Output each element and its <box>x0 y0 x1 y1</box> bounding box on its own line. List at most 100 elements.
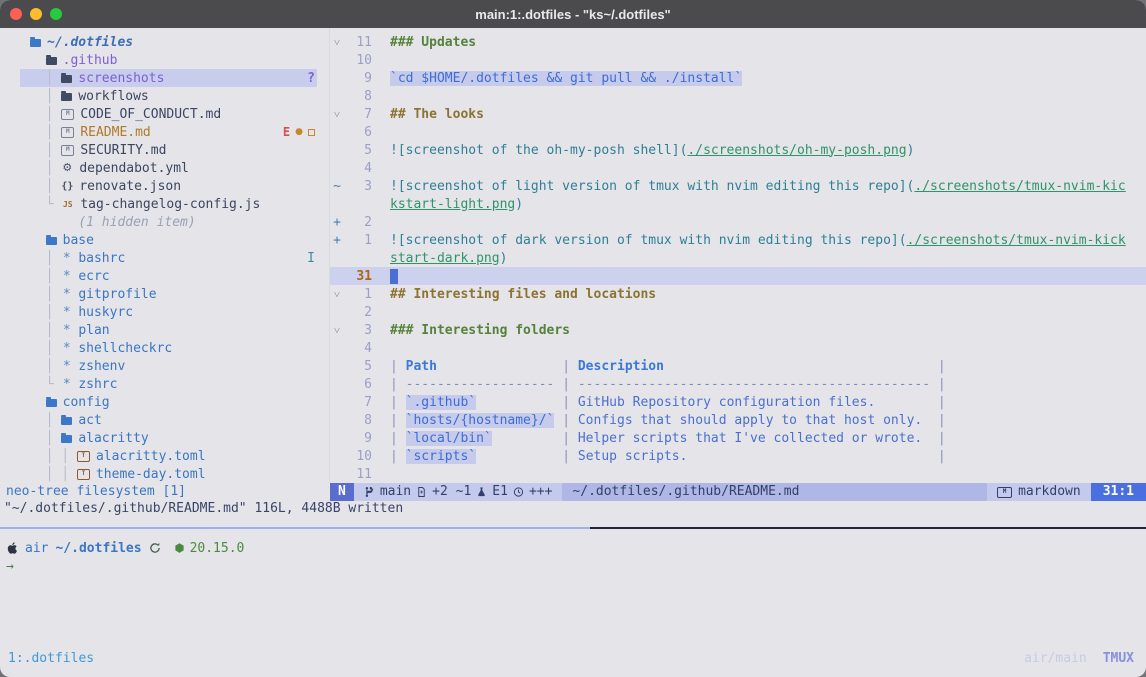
editor-line[interactable]: 5| Path | Description | <box>330 357 1146 375</box>
tree-guide: │ <box>30 359 61 374</box>
tree-item-readme-md[interactable]: │ MREADME.mdE● <box>20 123 317 141</box>
editor-line[interactable]: 31 <box>330 267 1146 285</box>
tree-item-label: CODE_OF_CONDUCT.md <box>80 107 221 122</box>
editor-line[interactable]: 4 <box>330 339 1146 357</box>
editor-line[interactable]: ˅7## The looks <box>330 105 1146 123</box>
editor-line[interactable]: +2 <box>330 213 1146 231</box>
tree-item-label: theme-day.toml <box>96 467 206 482</box>
tree-item-tag-changelog-config-js[interactable]: └ JStag-changelog-config.js <box>20 195 317 213</box>
tree-item-alacritty-toml[interactable]: │ │ Talacritty.toml <box>20 447 317 465</box>
editor-pane[interactable]: ˅11### Updates109`cd $HOME/.dotfiles && … <box>330 28 1146 483</box>
editor-line[interactable]: 10| `scripts` | Setup scripts. | <box>330 447 1146 465</box>
zoom-button[interactable] <box>50 8 62 20</box>
tree-guide: └ <box>30 197 61 212</box>
line-text: ## The looks <box>372 107 484 122</box>
tree-item-ecrc[interactable]: │ *ecrc <box>20 267 317 285</box>
status-badge: ? <box>307 71 315 86</box>
tree-item--dotfiles[interactable]: ~/.dotfiles <box>20 33 317 51</box>
neotree-sidebar[interactable]: ~/.dotfiles .github │ screenshots? │ wor… <box>0 28 330 483</box>
tree-guide: │ <box>30 305 61 320</box>
editor-line[interactable]: 11 <box>330 465 1146 483</box>
toml-icon: T <box>77 451 90 462</box>
tree-item-config[interactable]: config <box>20 393 317 411</box>
tree-item-screenshots[interactable]: │ screenshots? <box>20 69 317 87</box>
tree-item-badges: ? <box>307 71 317 86</box>
tree-item-base[interactable]: base <box>20 231 317 249</box>
nvim-statusline: N main +2 ~1 E1 +++ ~/.dotfiles/.github/… <box>330 483 1146 501</box>
tree-item-code-of-conduct-md[interactable]: │ MCODE_OF_CONDUCT.md <box>20 105 317 123</box>
terminal-window: main:1:.dotfiles - "ks~/.dotfiles" ~/.do… <box>0 0 1146 677</box>
line-number: 1 <box>344 287 372 302</box>
tree-item-act[interactable]: │ act <box>20 411 317 429</box>
editor-line[interactable]: kstart-light.png) <box>330 195 1146 213</box>
shell-pane[interactable]: air ~/.dotfiles 20.15.0 → <box>0 529 1146 649</box>
line-text: | `.github` | GitHub Repository configur… <box>372 395 946 410</box>
text-segment: ./screenshots/tmux-nvim-kic <box>914 179 1125 194</box>
tree-item-renovate-json[interactable]: │ {}renovate.json <box>20 177 317 195</box>
line-number: 11 <box>344 467 372 482</box>
text-segment: ## Interesting files and locations <box>390 287 656 302</box>
folder-icon <box>61 93 72 101</box>
tree-item--1-hidden-item-[interactable]: (1 hidden item) <box>20 213 317 231</box>
editor-line[interactable]: 8| `hosts/{hostname}/` | Configs that sh… <box>330 411 1146 429</box>
editor-line[interactable]: 2 <box>330 303 1146 321</box>
editor-line[interactable]: +1![screenshot of dark version of tmux w… <box>330 231 1146 249</box>
editor-line[interactable]: 6| ------------------- | ---------------… <box>330 375 1146 393</box>
editor-line[interactable]: start-dark.png) <box>330 249 1146 267</box>
tree-item-huskyrc[interactable]: │ *huskyrc <box>20 303 317 321</box>
editor-line[interactable]: ˅1## Interesting files and locations <box>330 285 1146 303</box>
titlebar: main:1:.dotfiles - "ks~/.dotfiles" <box>0 0 1146 28</box>
minimize-button[interactable] <box>30 8 42 20</box>
editor-line[interactable]: 10 <box>330 51 1146 69</box>
line-number: 4 <box>344 161 372 176</box>
tree-item-alacritty[interactable]: │ alacritty <box>20 429 317 447</box>
statusline-row: neo-tree filesystem [1] N main +2 ~1 E1 … <box>0 483 1146 501</box>
tree-item-plan[interactable]: │ *plan <box>20 321 317 339</box>
tree-item--github[interactable]: .github <box>20 51 317 69</box>
text-segment: kstart-light.png <box>390 197 515 212</box>
tmux-window-label[interactable]: 1:.dotfiles <box>8 651 94 666</box>
text-segment: | <box>930 359 946 374</box>
tree-item-label: ecrc <box>78 269 109 284</box>
editor-line[interactable]: 5![screenshot of the oh-my-posh shell](.… <box>330 141 1146 159</box>
tree-item-workflows[interactable]: │ workflows <box>20 87 317 105</box>
text-segment: ) <box>500 251 508 266</box>
editor-line[interactable]: 6 <box>330 123 1146 141</box>
tree-item-shellcheckrc[interactable]: │ *shellcheckrc <box>20 339 317 357</box>
editor-line[interactable]: 7| `.github` | GitHub Repository configu… <box>330 393 1146 411</box>
text-segment <box>476 395 554 410</box>
editor-line[interactable]: ˅11### Updates <box>330 33 1146 51</box>
editor-line[interactable]: 9| `local/bin` | Helper scripts that I'v… <box>330 429 1146 447</box>
text-segment: ) <box>907 143 915 158</box>
line-text: | ------------------- | ----------------… <box>372 377 946 392</box>
tree-item-dependabot-yml[interactable]: │ ⚙dependabot.yml <box>20 159 317 177</box>
nodejs-icon <box>174 542 185 554</box>
text-segment: GitHub Repository configuration files. <box>578 395 875 410</box>
cursor-position: 31:1 <box>1091 483 1146 501</box>
text-segment: Setup scripts. <box>578 449 688 464</box>
close-button[interactable] <box>10 8 22 20</box>
editor-line[interactable]: ~3![screenshot of light version of tmux … <box>330 177 1146 195</box>
editor-line[interactable]: 9`cd $HOME/.dotfiles && git pull && ./in… <box>330 69 1146 87</box>
node-version-segment: 20.15.0 <box>174 541 245 556</box>
tree-item-gitprofile[interactable]: │ *gitprofile <box>20 285 317 303</box>
tree-item-theme-day-toml[interactable]: │ │ Ttheme-day.toml <box>20 465 317 483</box>
tree-guide: │ <box>30 269 61 284</box>
line-text: kstart-light.png) <box>372 197 523 212</box>
line-number: 10 <box>344 449 372 464</box>
editor-line[interactable]: ˅3### Interesting folders <box>330 321 1146 339</box>
tree-item-zshenv[interactable]: │ *zshenv <box>20 357 317 375</box>
git-diff-counts: +2 ~1 <box>432 483 471 501</box>
tree-item-zshrc[interactable]: └ *zshrc <box>20 375 317 393</box>
editor-line[interactable]: 8 <box>330 87 1146 105</box>
text-segment: `local/bin` <box>406 431 492 446</box>
line-number: 6 <box>344 125 372 140</box>
tree-item-security-md[interactable]: │ MSECURITY.md <box>20 141 317 159</box>
tree-item-badges: I <box>307 251 317 266</box>
text-segment: | <box>390 449 406 464</box>
editor-line[interactable]: 4 <box>330 159 1146 177</box>
shell-prompt: air ~/.dotfiles 20.15.0 <box>6 539 1146 557</box>
line-text: ![screenshot of light version of tmux wi… <box>372 179 1126 194</box>
tree-guide: │ <box>30 89 61 104</box>
tree-item-bashrc[interactable]: │ *bashrcI <box>20 249 317 267</box>
